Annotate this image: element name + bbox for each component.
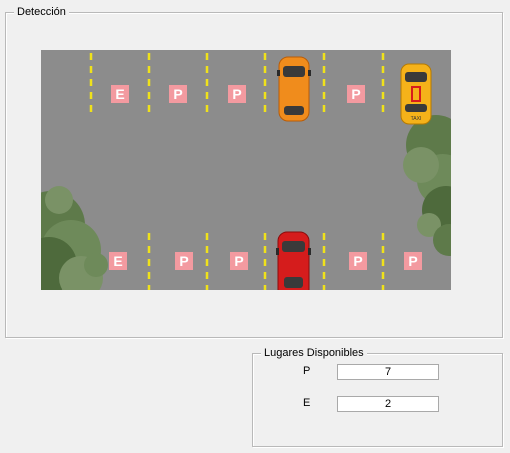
available-spots-title: Lugares Disponibles	[261, 346, 367, 360]
parking-lot-view: E P P P E P P P P TAXI	[41, 50, 451, 290]
orange-car	[277, 56, 311, 122]
e-count-field[interactable]	[337, 396, 439, 412]
parking-spot-sign: P	[179, 253, 188, 269]
parking-spot-sign: P	[232, 86, 241, 102]
reserved-spot-sign: E	[115, 86, 124, 102]
parking-spot-sign: P	[351, 86, 360, 102]
e-label: E	[303, 397, 311, 409]
red-car	[276, 231, 311, 290]
available-spots-panel: Lugares Disponibles P E	[252, 346, 503, 447]
p-label: P	[303, 365, 311, 377]
reserved-spot-sign: E	[113, 253, 122, 269]
p-count-field[interactable]	[337, 364, 439, 380]
detection-panel: Detección E P P P E P P P P TAXI	[5, 5, 503, 338]
detection-panel-title: Detección	[14, 5, 69, 19]
taxi-car: TAXI	[400, 63, 432, 125]
taxi-label: TAXI	[411, 116, 422, 122]
parking-spot-sign: P	[408, 253, 417, 269]
parking-spot-sign: P	[234, 253, 243, 269]
parking-spot-sign: P	[173, 86, 182, 102]
parking-spot-sign: P	[353, 253, 362, 269]
